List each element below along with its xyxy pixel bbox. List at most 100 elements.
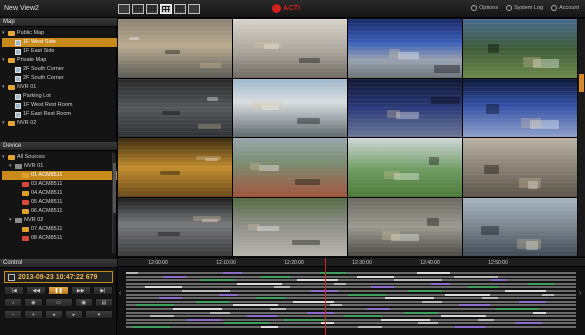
bookmark-icon[interactable]: ▣ [74, 298, 93, 307]
tree-item-label: 1F West Side [23, 39, 56, 45]
tree-item[interactable]: 03 ACM8511 [2, 180, 117, 189]
expand-icon[interactable]: ▾ [9, 162, 13, 171]
recording-track[interactable] [126, 322, 576, 325]
timeline-next-icon[interactable]: › [579, 290, 584, 298]
view-title[interactable]: New View2 [4, 5, 39, 12]
expand-icon[interactable]: ▾ [2, 56, 6, 65]
tree-item[interactable]: 2F South Corner [2, 74, 117, 83]
scene-shape [481, 225, 500, 235]
recording-track[interactable] [126, 297, 576, 300]
layout-custom-button[interactable] [174, 4, 186, 14]
timeline-cursor[interactable] [325, 258, 326, 335]
tree-item[interactable]: 1F East Rest Room [2, 110, 117, 119]
camera-tile[interactable] [348, 197, 462, 256]
camera-tile[interactable] [463, 138, 577, 197]
tree-item[interactable]: 2F South Corner [2, 65, 117, 74]
recording-track[interactable] [126, 282, 576, 285]
camera-tile[interactable] [233, 78, 347, 137]
folder-icon [8, 58, 15, 63]
layout-1x1-button[interactable] [118, 4, 130, 14]
scene-shape [259, 165, 279, 171]
tree-item[interactable]: 06 ACM8511 [2, 207, 117, 216]
camera-tile[interactable] [118, 19, 232, 78]
camera-tile[interactable] [233, 197, 347, 256]
scene-shape [162, 110, 180, 115]
recording-track[interactable] [126, 308, 576, 310]
layout-2x2-button[interactable] [132, 4, 144, 14]
device-scrollbar[interactable] [112, 153, 116, 253]
camera-tile[interactable] [463, 197, 577, 256]
settings-icon[interactable]: ▤ [94, 298, 113, 307]
zoom-in-button[interactable]: + [24, 310, 43, 319]
tree-item[interactable]: Parking Lot [2, 92, 117, 101]
camera-tile[interactable] [463, 19, 577, 78]
layout-fullscreen-button[interactable] [188, 4, 200, 14]
step-forward-button[interactable]: ▶▶ [70, 286, 91, 295]
tree-item[interactable]: ▾ NVR 02 [2, 216, 117, 225]
expand-icon[interactable]: ▾ [2, 83, 6, 92]
speed-select[interactable]: ▾ [85, 310, 113, 319]
tree-item[interactable]: 01 ACM8511 [2, 171, 117, 180]
camera-tile[interactable] [348, 19, 462, 78]
camera-tile[interactable] [233, 138, 347, 197]
system-log-button[interactable]: System Log [506, 5, 543, 11]
recording-track[interactable] [126, 272, 576, 274]
recording-track[interactable] [126, 315, 576, 318]
recording-track[interactable] [126, 318, 576, 321]
speed-slow-button[interactable]: ◂ [44, 310, 63, 319]
recording-track[interactable] [126, 311, 576, 314]
tree-item[interactable]: 05 ACM8511 [2, 198, 117, 207]
recording-track[interactable] [126, 304, 576, 307]
right-panel-handle[interactable] [578, 19, 585, 256]
camera-tile[interactable] [348, 138, 462, 197]
recording-track[interactable] [126, 275, 576, 278]
tree-item[interactable]: ▾ NVR 02 [2, 119, 117, 128]
expand-icon[interactable]: ▾ [2, 119, 6, 128]
jump-end-button[interactable]: ▶| [92, 286, 114, 295]
expand-icon[interactable]: ▾ [2, 153, 6, 162]
timeline-ruler[interactable]: 12:00:00 12:10:00 12:20:00 12:30:00 12:40:00… [118, 258, 585, 267]
tree-item[interactable]: ▾ NVR 01 [2, 162, 117, 171]
recording-segment [394, 279, 442, 282]
account-button[interactable]: Account [551, 5, 579, 11]
tree-item[interactable]: 04 ACM8511 [2, 189, 117, 198]
speed-fast-button[interactable]: ▸ [64, 310, 83, 319]
recording-track[interactable] [126, 293, 576, 296]
layout-4x4-button[interactable] [160, 4, 172, 14]
recording-track[interactable] [126, 279, 576, 282]
tree-item[interactable]: 1F West Side [2, 38, 117, 47]
scene-shape [299, 57, 320, 64]
recording-track[interactable] [126, 286, 576, 289]
audio-icon[interactable]: ♪ [4, 298, 23, 307]
datetime-field[interactable]: 2013-09-23 10:47:22 679 [4, 271, 113, 283]
camera-tile[interactable] [348, 78, 462, 137]
recording-track[interactable] [126, 326, 576, 328]
export-button[interactable]: ▭ [44, 298, 73, 307]
recording-segment [260, 275, 290, 278]
camera-tile[interactable] [118, 78, 232, 137]
camera-tile[interactable] [118, 138, 232, 197]
tree-item[interactable]: ▾ NVR 01 [2, 83, 117, 92]
recording-track[interactable] [126, 290, 576, 292]
tree-item[interactable]: ▾ Private Map [2, 56, 117, 65]
timeline-prev-icon[interactable]: ‹ [119, 290, 124, 298]
expand-icon[interactable]: ▾ [2, 29, 6, 38]
tree-item[interactable]: ▾ Public Map [2, 29, 117, 38]
tree-item[interactable]: 07 ACM8511 [2, 225, 117, 234]
tree-item[interactable]: 1F East Side [2, 47, 117, 56]
expand-icon[interactable]: ▾ [9, 216, 13, 225]
zoom-out-button[interactable]: − [4, 310, 23, 319]
step-back-button[interactable]: ◀◀ [26, 286, 47, 295]
pause-button[interactable]: ❚❚ [48, 286, 69, 295]
tree-item[interactable]: 08 ACM8511 [2, 234, 117, 243]
snapshot-icon[interactable]: ◉ [24, 298, 43, 307]
layout-3x3-button[interactable] [146, 4, 158, 14]
tree-item[interactable]: ▾ All Sources [2, 153, 117, 162]
tree-item[interactable]: 1F West Rest Room [2, 101, 117, 110]
recording-track[interactable] [126, 300, 576, 303]
camera-tile[interactable] [233, 19, 347, 78]
camera-tile[interactable] [118, 197, 232, 256]
options-button[interactable]: Options [471, 5, 498, 11]
jump-start-button[interactable]: |◀ [4, 286, 25, 295]
camera-tile[interactable] [463, 78, 577, 137]
